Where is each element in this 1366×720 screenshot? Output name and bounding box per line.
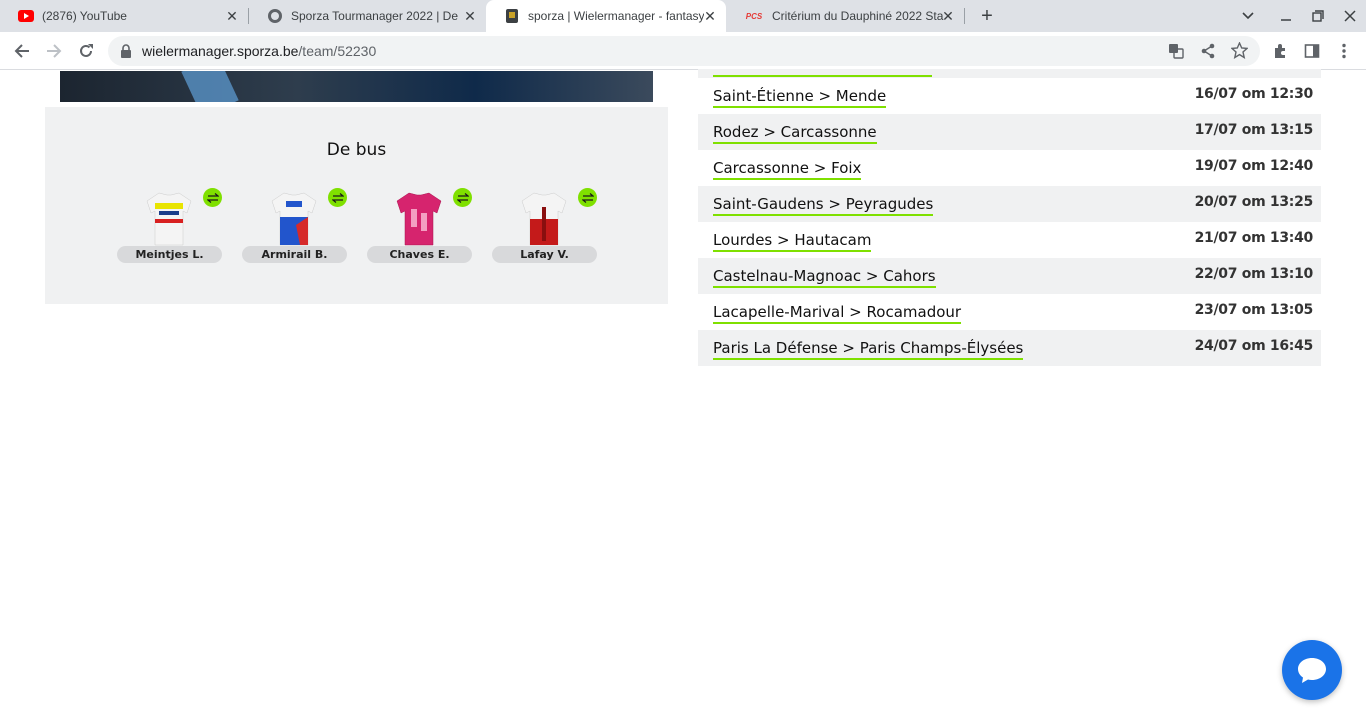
stage-link[interactable]: Lourdes > Hautacam	[713, 231, 872, 252]
jersey-icon	[521, 192, 567, 246]
tab-title: Sporza Tourmanager 2022 | De l	[291, 9, 461, 23]
address-bar[interactable]: wielermanager.sporza.be/team/52230	[108, 36, 1260, 66]
close-icon[interactable]: ✕	[224, 8, 240, 24]
rider-card[interactable]: Chaves E.	[367, 188, 472, 265]
rider-name: Lafay V.	[492, 246, 597, 263]
swap-rider-button[interactable]	[328, 188, 347, 207]
page-content: De bus Meintjes L. Armirail B. Chaves E.…	[0, 69, 1366, 720]
tab-sporza-tourmanager[interactable]: Sporza Tourmanager 2022 | De l ✕	[249, 0, 486, 32]
stage-link[interactable]: Castelnau-Magnoac > Cahors	[713, 267, 936, 288]
stage-link[interactable]: Saint-Gaudens > Peyragudes	[713, 195, 934, 216]
stage-time: 24/07 om 16:45	[1194, 338, 1314, 354]
close-window-icon[interactable]	[1340, 6, 1360, 26]
stage-row[interactable]: Lacapelle-Marival > Rocamadour 23/07 om …	[698, 294, 1321, 330]
jersey-icon	[396, 192, 442, 246]
share-icon[interactable]	[1200, 43, 1216, 62]
stage-row[interactable]: Paris La Défense > Paris Champs-Élysées …	[698, 330, 1321, 366]
stage-link[interactable]: Lacapelle-Marival > Rocamadour	[713, 303, 962, 324]
close-icon[interactable]: ✕	[462, 8, 478, 24]
swap-rider-button[interactable]	[203, 188, 222, 207]
stage-time: 16/07 om 12:30	[1194, 86, 1314, 102]
new-tab-button[interactable]: +	[975, 4, 999, 28]
tab-wielermanager[interactable]: sporza | Wielermanager - fantasy ✕	[486, 0, 726, 32]
side-panel-icon[interactable]	[1300, 39, 1324, 63]
bus-title: De bus	[326, 140, 387, 160]
star-icon[interactable]	[1230, 41, 1249, 62]
jersey-icon	[271, 192, 317, 246]
youtube-icon	[18, 8, 34, 24]
stage-link[interactable]: Saint-Étienne > Mende	[713, 87, 887, 108]
minimize-icon[interactable]	[1276, 6, 1296, 26]
tab-title: (2876) YouTube	[42, 9, 127, 23]
photo-detail	[181, 71, 239, 102]
close-icon[interactable]: ✕	[702, 8, 718, 24]
bus-panel: De bus Meintjes L. Armirail B. Chaves E.…	[45, 107, 668, 304]
wielermanager-icon	[504, 8, 520, 24]
restore-icon[interactable]	[1308, 6, 1328, 26]
rider-name: Chaves E.	[367, 246, 472, 263]
stage-row-partial	[698, 69, 1321, 78]
team-photo	[60, 71, 653, 102]
menu-icon[interactable]	[1332, 39, 1356, 63]
tab-title: Critérium du Dauphiné 2022 Sta	[772, 9, 944, 23]
stage-time: 23/07 om 13:05	[1194, 302, 1314, 318]
browser-toolbar: wielermanager.sporza.be/team/52230	[0, 32, 1366, 70]
jersey-icon	[146, 192, 192, 246]
tab-search-icon[interactable]	[1238, 6, 1258, 26]
translate-icon[interactable]	[1168, 43, 1184, 62]
rider-card[interactable]: Armirail B.	[242, 188, 347, 265]
back-icon[interactable]	[10, 39, 34, 63]
lock-icon	[120, 44, 134, 58]
stage-row[interactable]: Carcassonne > Foix 19/07 om 12:40	[698, 150, 1321, 186]
stage-row[interactable]: Saint-Étienne > Mende 16/07 om 12:30	[698, 78, 1321, 114]
tab-strip: (2876) YouTube ✕ Sporza Tourmanager 2022…	[0, 0, 1366, 32]
rider-card[interactable]: Lafay V.	[492, 188, 597, 265]
url-path: /team/52230	[298, 43, 377, 59]
swap-rider-button[interactable]	[453, 188, 472, 207]
stage-row[interactable]: Lourdes > Hautacam 21/07 om 13:40	[698, 222, 1321, 258]
swap-rider-button[interactable]	[578, 188, 597, 207]
stage-row[interactable]: Saint-Gaudens > Peyragudes 20/07 om 13:2…	[698, 186, 1321, 222]
tab-youtube[interactable]: (2876) YouTube ✕	[0, 0, 248, 32]
rider-name: Armirail B.	[242, 246, 347, 263]
stage-link[interactable]: Paris La Défense > Paris Champs-Élysées	[713, 339, 1024, 360]
close-icon[interactable]: ✕	[940, 8, 956, 24]
stage-time: 19/07 om 12:40	[1194, 158, 1314, 174]
stage-row[interactable]: Rodez > Carcassonne 17/07 om 13:15	[698, 114, 1321, 150]
url-host: wielermanager.sporza.be	[142, 43, 299, 59]
rider-name: Meintjes L.	[117, 246, 222, 263]
stage-time: 22/07 om 13:10	[1194, 266, 1314, 282]
tab-dauphine[interactable]: PCS Critérium du Dauphiné 2022 Sta ✕	[726, 0, 964, 32]
forward-icon[interactable]	[42, 39, 66, 63]
reload-icon[interactable]	[74, 39, 98, 63]
chat-button[interactable]	[1282, 640, 1342, 700]
tab-divider	[964, 8, 965, 24]
chat-icon	[1298, 658, 1326, 683]
stage-time: 21/07 om 13:40	[1194, 230, 1314, 246]
stage-link[interactable]: Rodez > Carcassonne	[713, 123, 877, 144]
stage-time: 20/07 om 13:25	[1194, 194, 1314, 210]
tab-title: sporza | Wielermanager - fantasy	[528, 9, 704, 23]
rider-card[interactable]: Meintjes L.	[117, 188, 222, 265]
pcs-icon: PCS	[745, 11, 763, 21]
stage-row[interactable]: Castelnau-Magnoac > Cahors 22/07 om 13:1…	[698, 258, 1321, 294]
stage-time: 17/07 om 13:15	[1194, 122, 1314, 138]
sporza-icon	[267, 8, 283, 24]
extensions-icon[interactable]	[1268, 39, 1292, 63]
stage-link[interactable]: Carcassonne > Foix	[713, 159, 862, 180]
